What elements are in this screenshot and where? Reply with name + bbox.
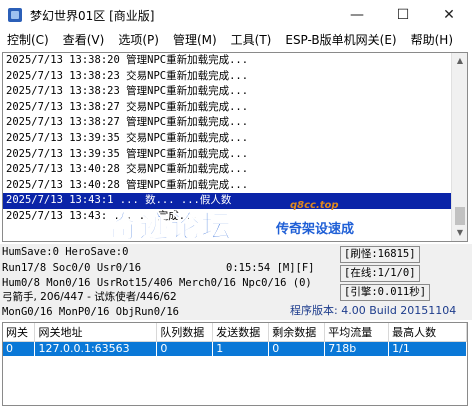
log-entry[interactable]: 2025/7/13 13:38:27 交易NPC重新加载完成... <box>3 100 451 116</box>
log-message: 管理NPC重新加载完成... <box>126 178 249 191</box>
refresh-count: [刷怪:16815] <box>340 246 420 263</box>
log-message: 交易NPC重新加载完成... <box>126 163 249 176</box>
status-panel: HumSave:0 HeroSave:0 Run17/8 Soc0/0 Usr0… <box>0 244 472 320</box>
maximize-button[interactable]: ☐ <box>380 0 426 30</box>
col-header-address[interactable]: 网关地址 <box>34 323 158 342</box>
log-entry[interactable]: 2025/7/13 13:38:20 管理NPC重新加载完成... <box>3 53 451 69</box>
log-scrollbar[interactable]: ▲ ▼ <box>451 53 467 241</box>
table-row[interactable]: 0 127.0.0.1:63563 0 1 0 718b 1/1 <box>3 341 467 356</box>
log-entry[interactable]: 2025/7/13 13:38:23 交易NPC重新加载完成... <box>3 69 451 85</box>
version-label: 程序版本: 4.00 Build 20151104 <box>290 304 457 317</box>
log-entry[interactable]: 2025/7/13 13:38:27 管理NPC重新加载完成... <box>3 115 451 131</box>
menu-bar: 控制(C) 查看(V) 选项(P) 管理(M) 工具(T) ESP-B版单机网关… <box>0 30 472 50</box>
log-entry[interactable]: 2025/7/13 13:39:35 管理NPC重新加载完成... <box>3 147 451 163</box>
log-time: 2025/7/13 13:38:27 <box>6 116 120 129</box>
log-time: 2025/7/13 13:38:27 <box>6 100 120 113</box>
log-message: 管理NPC重新加载完成... <box>126 85 249 98</box>
online-count: [在线:1/1/0] <box>340 265 420 282</box>
engine-time: [引擎:0.011秒] <box>340 284 431 301</box>
log-message: ... 数... ...假人数 <box>119 194 232 207</box>
status-clock: 0:15:54 [M][F] <box>226 262 315 274</box>
menu-options[interactable]: 选项(P) <box>111 30 166 50</box>
status-archer: 弓箭手, 206/447 - 试炼使者/446/62 <box>2 291 177 303</box>
status-run: Run17/8 Soc0/0 Usr0/16 <box>2 262 142 274</box>
log-message: 交易NPC重新加载完成... <box>126 69 249 82</box>
log-time: 2025/7/13 13:38:23 <box>6 85 120 98</box>
col-header-queue[interactable]: 队列数据 <box>156 323 214 342</box>
menu-manage[interactable]: 管理(M) <box>166 30 224 50</box>
status-hum: Hum0/8 Mon0/16 UsrRot15/406 Merch0/16 Np… <box>2 277 312 289</box>
menu-view[interactable]: 查看(V) <box>56 30 112 50</box>
log-time: 2025/7/13 13:39:35 <box>6 147 120 160</box>
col-header-remaining[interactable]: 剩余数据 <box>268 323 326 342</box>
col-header-avg-traffic[interactable]: 平均流量 <box>324 323 390 342</box>
cell-queue: 0 <box>156 341 214 356</box>
log-entry[interactable]: 2025/7/13 13:38:23 管理NPC重新加载完成... <box>3 84 451 100</box>
table-header: 网关 网关地址 队列数据 发送数据 剩余数据 平均流量 最高人数 <box>3 323 467 342</box>
log-entry-selected[interactable]: 2025/7/13 13:43:1 ... 数... ...假人数 <box>3 193 451 209</box>
cell-max-players: 1/1 <box>388 341 467 356</box>
log-message: 管理NPC重新加载完成... <box>126 116 249 129</box>
scroll-up-icon[interactable]: ▲ <box>452 53 467 69</box>
log-time: 2025/7/13 13:43:1 <box>6 194 114 207</box>
log-time: 2025/7/13 13:39:35 <box>6 131 120 144</box>
log-message: 管理NPC重新加载完成... <box>126 147 249 160</box>
log-message: 管理NPC重新加载完成... <box>126 54 249 66</box>
log-list[interactable]: 2025/7/13 13:38:20 管理NPC重新加载完成... 2025/7… <box>2 52 468 242</box>
scroll-thumb[interactable] <box>455 207 465 225</box>
menu-help[interactable]: 帮助(H) <box>404 30 460 50</box>
cell-sent: 1 <box>212 341 270 356</box>
log-time: 2025/7/13 13:38:23 <box>6 69 120 82</box>
scroll-down-icon[interactable]: ▼ <box>452 225 467 241</box>
cell-remaining: 0 <box>268 341 326 356</box>
log-time: 2025/7/13 13:43: <box>6 209 108 222</box>
col-header-sent[interactable]: 发送数据 <box>212 323 270 342</box>
menu-tools[interactable]: 工具(T) <box>224 30 279 50</box>
gateway-table[interactable]: 网关 网关地址 队列数据 发送数据 剩余数据 平均流量 最高人数 0 127.0… <box>2 322 468 406</box>
menu-gateway[interactable]: ESP-B版单机网关(E) <box>278 30 403 50</box>
cell-address: 127.0.0.1:63563 <box>34 341 158 356</box>
status-save: HumSave:0 HeroSave:0 <box>2 246 129 258</box>
log-message: 交易NPC重新加载完成... <box>126 100 249 113</box>
close-button[interactable]: ✕ <box>426 0 472 30</box>
log-entry[interactable]: 2025/7/13 13:40:28 管理NPC重新加载完成... <box>3 178 451 194</box>
minimize-button[interactable]: — <box>334 0 380 30</box>
log-time: 2025/7/13 13:38:20 <box>6 54 120 66</box>
cell-gate: 0 <box>3 341 36 356</box>
col-header-max-players[interactable]: 最高人数 <box>388 323 467 342</box>
app-icon <box>8 8 22 22</box>
title-bar: 梦幻世界01区 [商业版] — ☐ ✕ <box>0 0 472 30</box>
cell-avg-traffic: 718b <box>324 341 390 356</box>
log-message: ... ...完成... <box>113 209 198 222</box>
log-entry[interactable]: 2025/7/13 13:43: ... ...完成... <box>3 209 451 225</box>
log-entry[interactable]: 2025/7/13 13:40:28 交易NPC重新加载完成... <box>3 162 451 178</box>
window-title: 梦幻世界01区 [商业版] <box>30 9 155 23</box>
col-header-gate[interactable]: 网关 <box>3 323 36 342</box>
log-message: 交易NPC重新加载完成... <box>126 131 249 144</box>
menu-control[interactable]: 控制(C) <box>0 30 56 50</box>
log-time: 2025/7/13 13:40:28 <box>6 178 120 191</box>
log-time: 2025/7/13 13:40:28 <box>6 163 120 176</box>
log-entry[interactable]: 2025/7/13 13:39:35 交易NPC重新加载完成... <box>3 131 451 147</box>
status-mon: MonG0/16 MonP0/16 ObjRun0/16 <box>2 306 180 318</box>
